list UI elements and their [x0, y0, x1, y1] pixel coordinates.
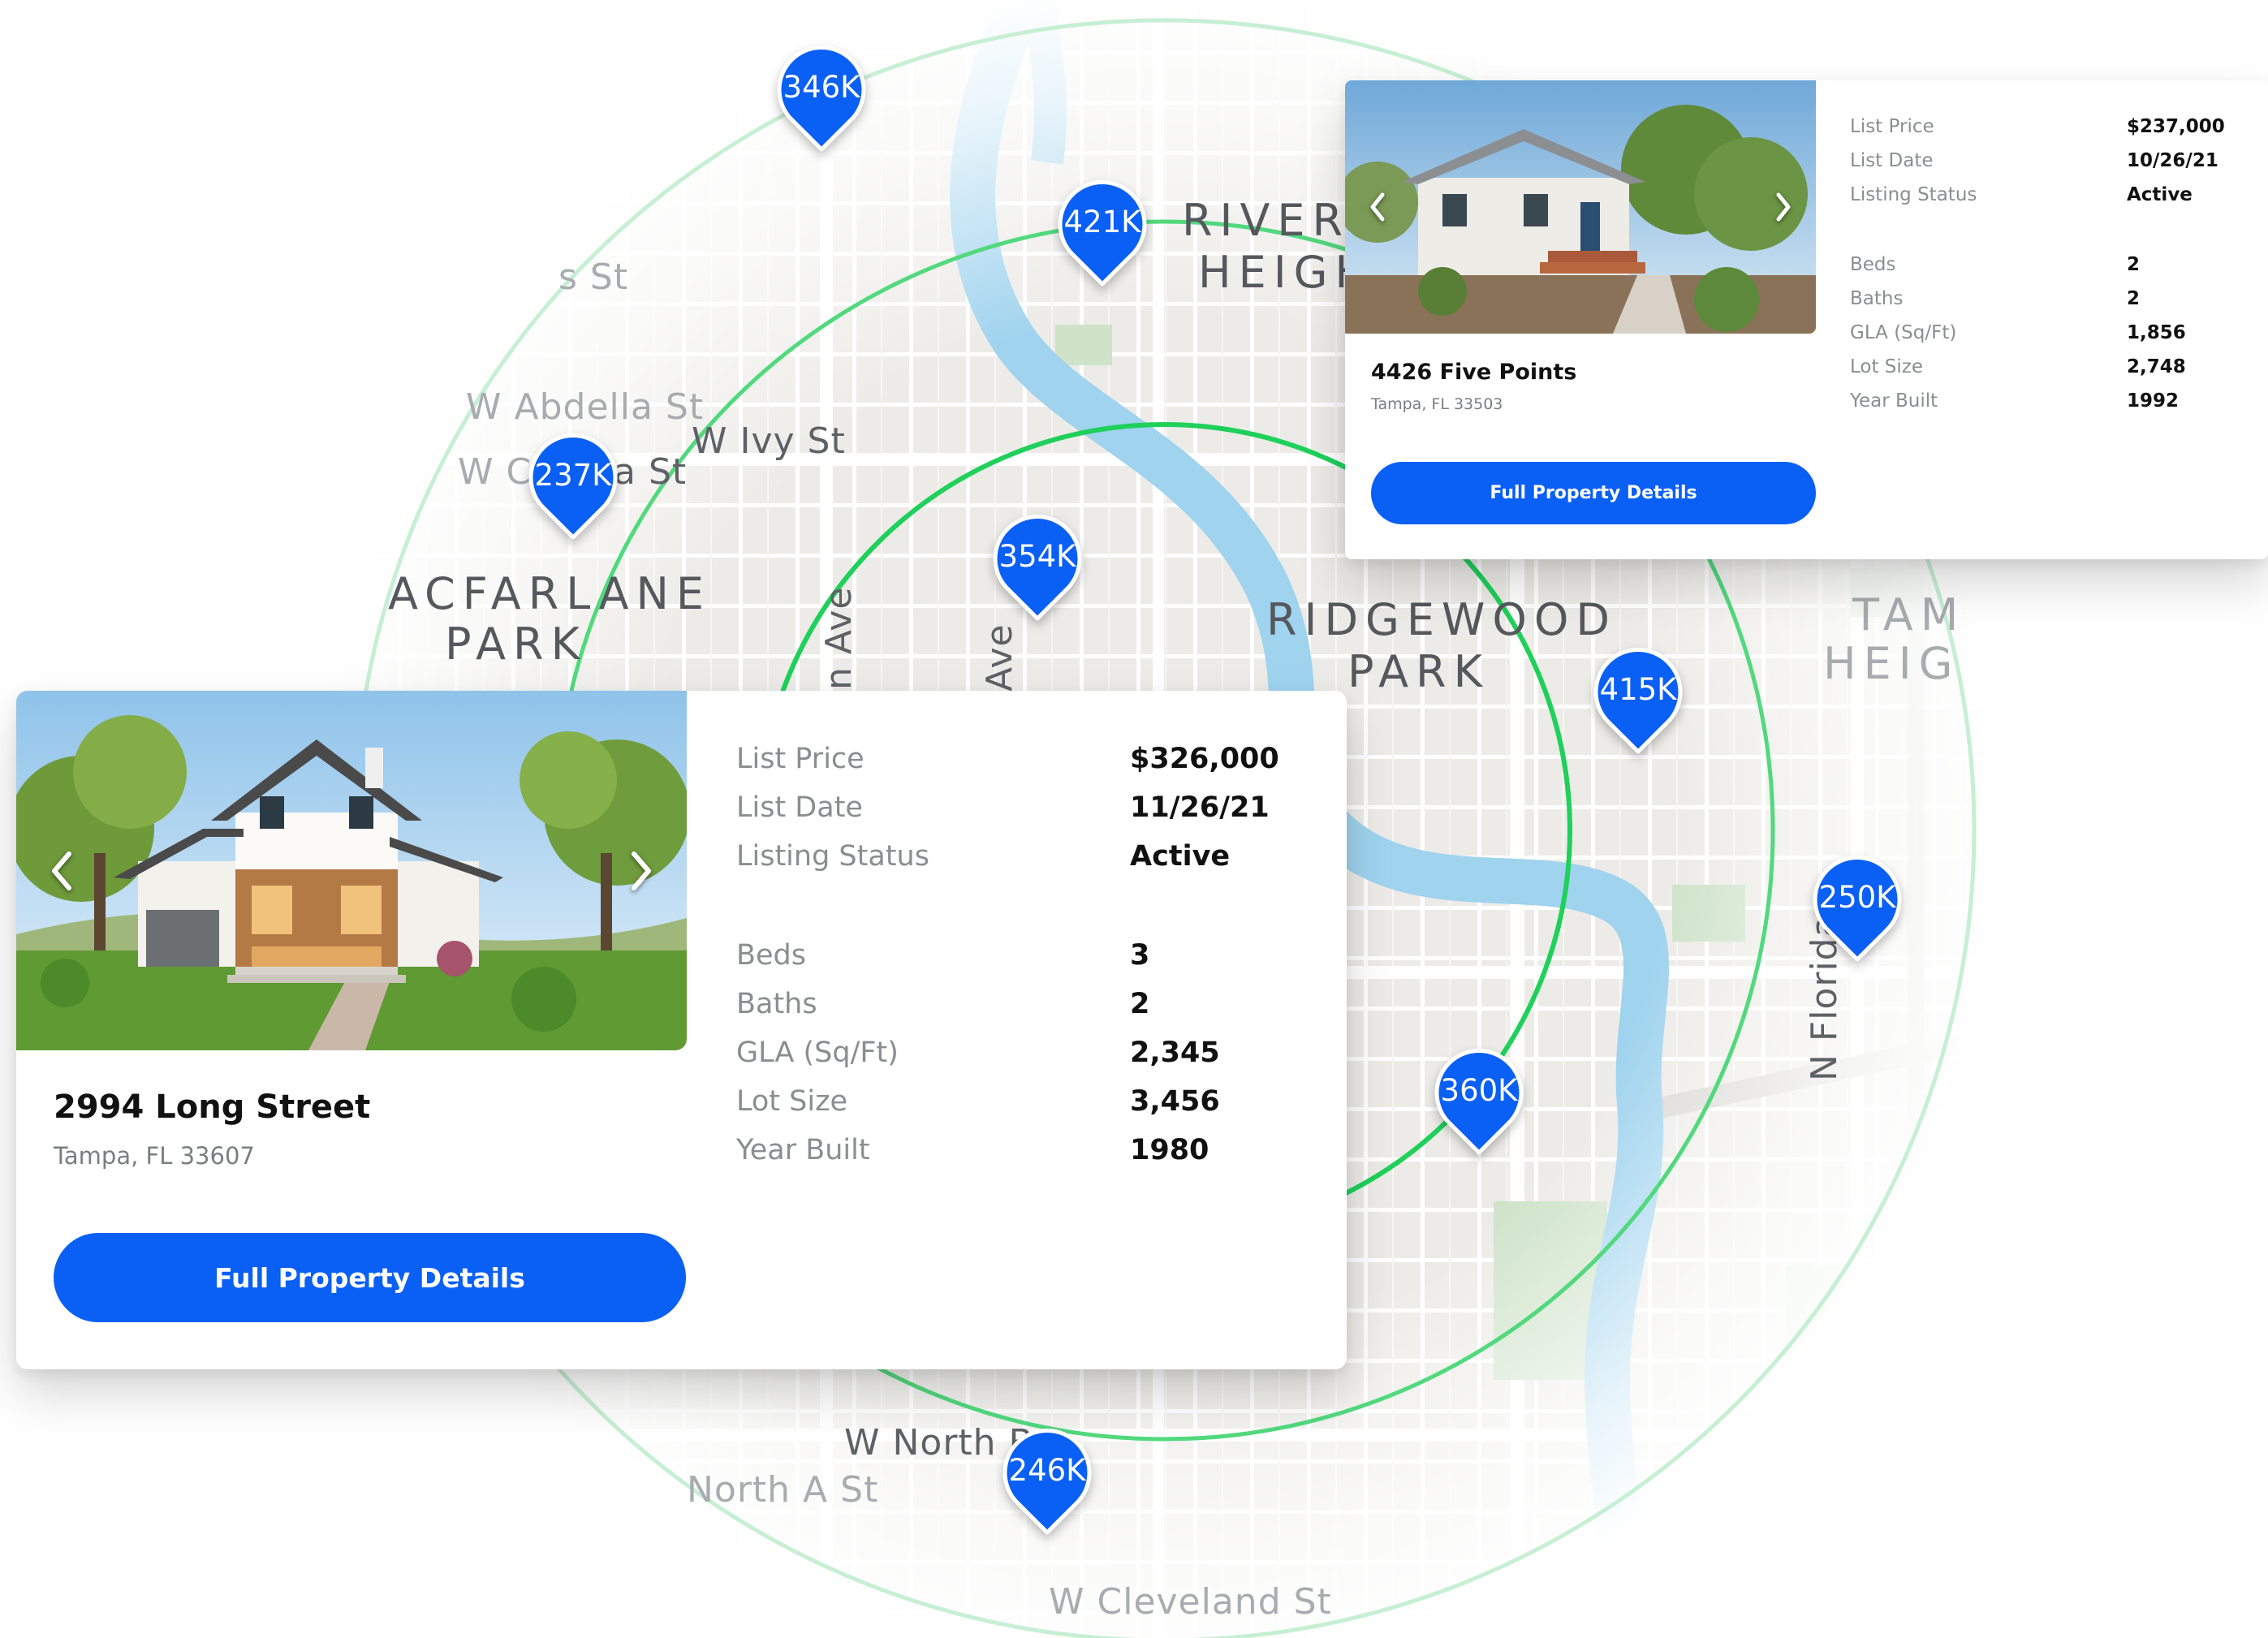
- pin-price: 354K: [998, 539, 1076, 574]
- spec-label: List Date: [1850, 150, 1934, 171]
- full-property-details-button[interactable]: Full Property Details: [1371, 462, 1816, 524]
- price-pin-415k[interactable]: 415K: [1589, 648, 1687, 756]
- spec-label: Beds: [736, 939, 806, 972]
- spec-label: Baths: [736, 988, 817, 1020]
- district-label: TAM: [1852, 589, 1966, 640]
- price-pin-354k[interactable]: 354K: [989, 515, 1086, 623]
- property-photo[interactable]: [16, 691, 687, 1050]
- spec-label: Year Built: [736, 1134, 870, 1166]
- spec-value: Active: [1130, 840, 1231, 873]
- house-photo: [1345, 80, 1816, 334]
- pin-price: 421K: [1063, 205, 1141, 239]
- pin-price: 360K: [1440, 1073, 1518, 1108]
- price-pin-360k[interactable]: 360K: [1430, 1049, 1528, 1157]
- price-pin-346k[interactable]: 346K: [773, 45, 870, 154]
- street-label: n Ave: [818, 586, 860, 690]
- chevron-left-icon: [52, 851, 71, 890]
- spec-label: List Price: [736, 743, 865, 775]
- house-photo: [16, 691, 687, 1050]
- spec-value: 2,345: [1130, 1037, 1220, 1069]
- spec-value: 1992: [2127, 390, 2180, 412]
- spec-value: $237,000: [2127, 116, 2225, 137]
- spec-value: 11/26/21: [1130, 791, 1270, 824]
- district-label: PARK: [445, 619, 587, 670]
- spec-value: 1,856: [2127, 322, 2186, 343]
- property-city: Tampa, FL 33607: [54, 1142, 255, 1170]
- street-label: Ave: [979, 623, 1020, 692]
- spec-value: 10/26/21: [2127, 150, 2218, 171]
- next-photo-button[interactable]: [1759, 175, 1808, 239]
- spec-value: $326,000: [1130, 743, 1279, 775]
- spec-label: List Date: [736, 791, 863, 824]
- street-label: s St: [558, 256, 629, 298]
- spec-label: GLA (Sq/Ft): [736, 1037, 899, 1069]
- property-city: Tampa, FL 33503: [1371, 395, 1503, 413]
- property-address: 4426 Five Points: [1371, 360, 1577, 385]
- street-label: W Ivy St: [692, 420, 846, 462]
- pin-price: 415K: [1599, 672, 1677, 707]
- spec-value: 3,456: [1130, 1085, 1220, 1118]
- spec-label: Baths: [1850, 288, 1904, 309]
- price-pin-421k[interactable]: 421K: [1054, 180, 1151, 289]
- spec-label: Listing Status: [736, 840, 929, 873]
- street-label: North A St: [687, 1469, 879, 1511]
- chevron-left-icon: [1370, 192, 1385, 222]
- district-label: ACFARLANE: [388, 568, 712, 619]
- spec-label: Lot Size: [736, 1085, 847, 1118]
- property-photo[interactable]: [1345, 80, 1816, 334]
- street-label: W Cleveland St: [1049, 1581, 1332, 1623]
- district-label: HEIG: [1823, 638, 1960, 689]
- district-label: PARK: [1347, 646, 1490, 697]
- spec-value: 2,748: [2127, 356, 2186, 377]
- pin-price: 246K: [1008, 1453, 1086, 1488]
- pin-price: 237K: [534, 458, 612, 493]
- spec-label: GLA (Sq/Ft): [1850, 322, 1957, 343]
- spec-label: List Price: [1850, 116, 1934, 137]
- spec-label: Beds: [1850, 254, 1896, 275]
- price-pin-237k[interactable]: 237K: [524, 433, 622, 542]
- next-photo-button[interactable]: [617, 838, 666, 903]
- chevron-right-icon: [1776, 192, 1791, 222]
- street-label: W Abdella St: [466, 386, 705, 428]
- spec-value: 2: [2127, 288, 2141, 309]
- property-address: 2994 Long Street: [54, 1088, 371, 1126]
- spec-label: Lot Size: [1850, 356, 1924, 377]
- spec-value: 2: [2127, 254, 2141, 275]
- prev-photo-button[interactable]: [37, 838, 86, 903]
- spec-value: 3: [1130, 939, 1150, 972]
- street-label: a St: [614, 451, 688, 493]
- chevron-right-icon: [632, 851, 651, 890]
- full-property-details-button[interactable]: Full Property Details: [54, 1233, 686, 1322]
- street-label: W C: [458, 451, 533, 493]
- price-pin-250k[interactable]: 250K: [1809, 856, 1906, 964]
- spec-label: Listing Status: [1850, 184, 1977, 205]
- spec-value: 1980: [1130, 1134, 1209, 1166]
- pin-price: 250K: [1818, 880, 1896, 915]
- spec-label: Year Built: [1850, 390, 1938, 412]
- pin-price: 346K: [783, 70, 860, 105]
- price-pin-246k[interactable]: 246K: [998, 1429, 1096, 1537]
- property-card-main: 2994 Long Street Tampa, FL 33607 Full Pr…: [16, 691, 1347, 1369]
- property-card-secondary: 4426 Five Points Tampa, FL 33503 Full Pr…: [1345, 80, 2268, 559]
- district-label: RIDGEWOOD: [1266, 594, 1617, 645]
- prev-photo-button[interactable]: [1353, 175, 1402, 239]
- spec-value: Active: [2127, 184, 2193, 205]
- spec-value: 2: [1130, 988, 1150, 1020]
